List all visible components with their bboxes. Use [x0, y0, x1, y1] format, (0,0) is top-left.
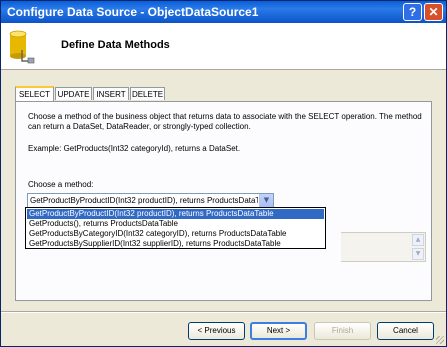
window-title: Configure Data Source - ObjectDataSource…: [7, 5, 259, 19]
select-tab-panel: Choose a method of the business object t…: [15, 101, 432, 301]
previous-button[interactable]: < Previous: [188, 322, 245, 340]
scroll-up-icon[interactable]: ▲: [412, 234, 424, 246]
method-select[interactable]: GetProductByProductID(Int32 productID), …: [27, 193, 274, 208]
tab-insert[interactable]: INSERT: [93, 87, 129, 100]
method-select-value: GetProductByProductID(Int32 productID), …: [30, 196, 258, 205]
wizard-header: Define Data Methods: [1, 23, 446, 70]
method-example: Example: GetProducts(Int32 categoryId), …: [28, 144, 241, 153]
method-signature-box[interactable]: ▲ ▼: [341, 232, 426, 262]
title-bar[interactable]: Configure Data Source - ObjectDataSource…: [1, 1, 446, 23]
next-button[interactable]: Next >: [250, 322, 307, 340]
close-button[interactable]: ✕: [424, 3, 443, 21]
finish-button[interactable]: Finish: [314, 322, 371, 340]
page-title: Define Data Methods: [61, 39, 170, 51]
choose-method-label: Choose a method:: [28, 180, 94, 189]
tab-update[interactable]: UPDATE: [55, 87, 92, 100]
help-button[interactable]: ?: [403, 3, 422, 21]
scroll-down-icon[interactable]: ▼: [412, 248, 424, 260]
tab-select[interactable]: SELECT: [15, 86, 54, 101]
cancel-button[interactable]: Cancel: [377, 322, 434, 340]
method-description: Choose a method of the business object t…: [28, 112, 422, 131]
method-option[interactable]: GetProductsByCategoryID(Int32 categoryID…: [27, 229, 324, 239]
footer-divider: [1, 311, 446, 313]
database-icon: [9, 30, 35, 64]
tab-delete[interactable]: DELETE: [130, 87, 165, 100]
method-option[interactable]: GetProductsBySupplierID(Int32 supplierID…: [27, 239, 324, 249]
resize-grip-icon[interactable]: [436, 336, 444, 344]
method-dropdown-list[interactable]: GetProductByProductID(Int32 productID), …: [25, 207, 326, 249]
method-option[interactable]: GetProducts(), returns ProductsDataTable: [27, 219, 324, 229]
configure-data-source-dialog: Configure Data Source - ObjectDataSource…: [0, 0, 447, 347]
chevron-down-icon[interactable]: ▼: [259, 194, 273, 207]
method-option[interactable]: GetProductByProductID(Int32 productID), …: [27, 209, 324, 219]
